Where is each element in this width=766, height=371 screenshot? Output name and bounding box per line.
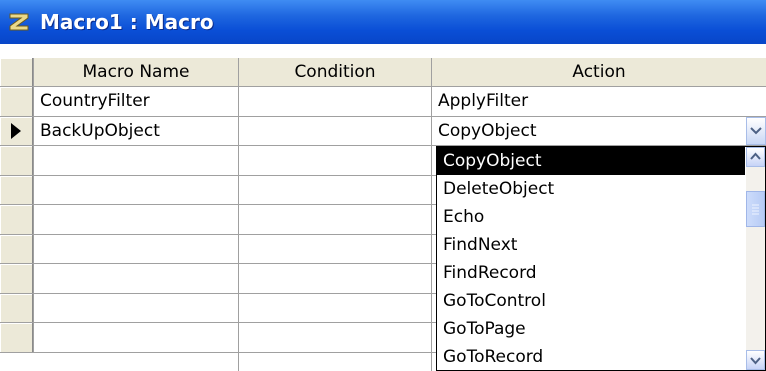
cell-condition[interactable] [239,294,431,323]
dropdown-scrollbar[interactable] [746,147,765,370]
cell-macro-name[interactable] [34,146,238,175]
window-title-bar[interactable]: Macro1 : Macro [0,0,766,44]
cell-macro-name[interactable] [34,235,238,264]
cell-condition[interactable] [239,205,431,234]
scroll-thumb[interactable] [746,191,765,227]
row-selector[interactable] [0,234,34,264]
cell-macro-name[interactable] [34,294,238,323]
cell-macro-name[interactable] [34,176,238,205]
dropdown-item[interactable]: GoToPage [437,315,745,343]
dropdown-item[interactable]: CopyObject [437,147,745,175]
cell-condition[interactable] [239,235,431,264]
cell-condition[interactable] [239,87,431,116]
row-selector[interactable] [0,175,34,205]
column-header-condition[interactable]: Condition [239,58,432,87]
cell-action[interactable]: ApplyFilter [432,87,746,116]
window-title: Macro1 : Macro [40,10,214,34]
cell-condition[interactable] [239,117,431,146]
column-header-macro-name[interactable]: Macro Name [34,58,239,87]
cell-macro-name[interactable] [34,264,238,293]
row-selector[interactable] [0,146,34,176]
row-selector[interactable] [0,87,34,117]
cell-action[interactable]: CopyObject [432,117,746,146]
current-row-arrow-icon [11,123,21,140]
header-corner[interactable] [0,58,34,87]
grip-icon [752,204,759,215]
chevron-down-icon [750,126,762,134]
dropdown-item[interactable]: GoToControl [437,287,745,315]
row-selector[interactable] [0,116,34,146]
chevron-down-icon [750,357,761,365]
dropdown-item[interactable]: GoToRecord [437,343,745,370]
row-selector[interactable] [0,293,34,323]
cell-macro-name[interactable]: CountryFilter [34,87,238,116]
row-selector[interactable] [0,323,34,353]
action-dropdown-list[interactable]: CopyObject DeleteObject Echo FindNext FindRe… [436,146,766,371]
scroll-down-button[interactable] [746,350,765,370]
dropdown-item[interactable]: FindNext [437,231,745,259]
macro-icon [9,13,29,31]
dropdown-item[interactable]: FindRecord [437,259,745,287]
grid-header-row: Macro Name Condition Action [0,58,766,87]
scroll-up-button[interactable] [746,147,765,167]
dropdown-item[interactable]: DeleteObject [437,175,745,203]
cell-macro-name[interactable] [34,323,238,352]
row-selector[interactable] [0,205,34,235]
dropdown-item[interactable]: Echo [437,203,745,231]
cell-condition[interactable] [239,264,431,293]
row-selector[interactable] [0,264,34,294]
cell-condition[interactable] [239,176,431,205]
cell-macro-name[interactable] [34,205,238,234]
chevron-up-icon [750,152,761,160]
cell-macro-name[interactable]: BackUpObject [34,117,238,146]
column-header-action[interactable]: Action [432,58,766,87]
cell-condition[interactable] [239,323,431,352]
cell-condition[interactable] [239,146,431,175]
action-dropdown-button[interactable] [746,116,766,145]
